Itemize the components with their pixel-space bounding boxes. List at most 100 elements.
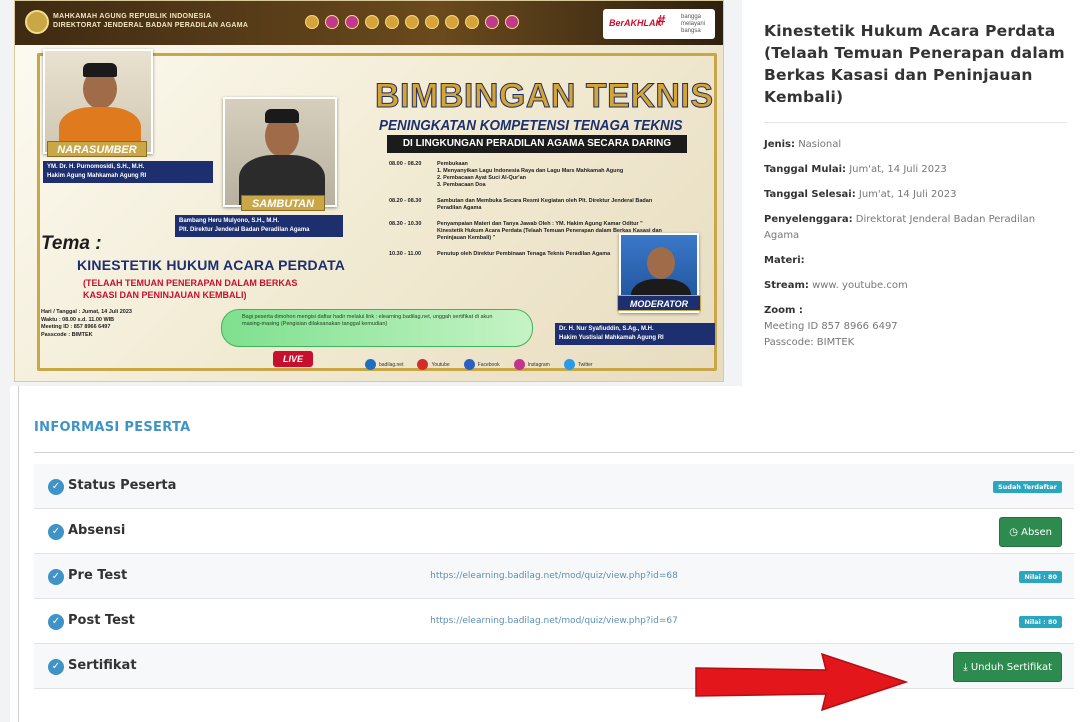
twitter-icon: [563, 359, 575, 370]
brand-tagline: bangga melayani bangsa: [681, 14, 706, 34]
info-jenis: Jenis: Nasional: [764, 137, 1067, 153]
info-zoom: Zoom : Meeting ID 857 8966 6497 Passcode…: [764, 303, 1067, 351]
person-head: [647, 247, 675, 279]
schedule-time: 10.30 - 11.00: [389, 251, 422, 257]
berakhlak-logo: BerAKHLAK # bangga melayani bangsa: [603, 9, 715, 39]
social-twitter: Twitter: [563, 359, 593, 370]
narasumber-photo: [43, 49, 153, 154]
absen-button[interactable]: ◷ Absen: [999, 517, 1062, 547]
facebook-icon: [463, 359, 475, 370]
emblem-icon: [505, 15, 519, 29]
divider: [18, 386, 19, 722]
sambutan-ribbon: SAMBUTAN: [241, 195, 325, 211]
schedule-row: 08.00 - 08.20 Pembukaan 1. Menyanyikan L…: [389, 161, 669, 189]
schedule-row: 08.20 - 08.30 Sambutan dan Membuka Secar…: [389, 198, 669, 212]
info-value: Nasional: [798, 139, 842, 150]
info-value[interactable]: www. youtube.com: [812, 280, 908, 291]
sambutan-photo: [223, 97, 337, 207]
banner-org-name: MAHKAMAH AGUNG REPUBLIK INDONESIA DIREKT…: [53, 13, 249, 29]
youtube-icon: [417, 359, 429, 370]
social-label: badilag.net: [379, 361, 404, 368]
row-post-test: ✓ Post Test https://elearning.badilag.ne…: [34, 599, 1074, 644]
social-label: Twitter: [577, 361, 593, 368]
emblem-icon: [385, 15, 399, 29]
emblem-icon: [305, 15, 319, 29]
social-web: badilag.net: [365, 359, 403, 370]
row-absensi: ✓ Absensi ◷ Absen: [34, 509, 1074, 554]
info-materi: Materi:: [764, 253, 1067, 269]
info-label: Tanggal Selesai:: [764, 189, 856, 200]
info-label: Tanggal Mulai:: [764, 164, 847, 175]
live-badge: LIVE: [273, 351, 313, 367]
schedule-desc: Pembukaan 1. Menyanyikan Lagu Indonesia …: [437, 161, 624, 188]
info-label: Penyelenggara:: [764, 214, 853, 225]
banner-title: BIMBINGAN TEKNIS: [375, 77, 714, 116]
attendance-note: Bagi peserta dimohon mengisi daftar hadi…: [221, 309, 533, 347]
section-title: INFORMASI PESERTA: [34, 420, 191, 435]
narasumber-name: YM. Dr. H. Purnomosidi, S.H., M.H. Hakim…: [43, 161, 213, 183]
button-label: Absen: [1021, 527, 1052, 538]
info-tanggal-mulai: Tanggal Mulai: Jum'at, 14 Juli 2023: [764, 162, 1067, 178]
social-label: Youtube: [431, 361, 450, 368]
emblem-icon: [485, 15, 499, 29]
person-cap: [265, 109, 299, 123]
check-circle-icon: ✓: [48, 479, 64, 495]
status-badge: Sudah Terdaftar: [993, 481, 1062, 493]
info-label: Stream:: [764, 280, 809, 291]
emblem-icon: [365, 15, 379, 29]
row-sertifikat: ✓ Sertifikat ⤓ Unduh Sertifikat: [34, 644, 1074, 689]
participant-rows: ✓ Status Peserta Sudah Terdaftar ✓ Absen…: [34, 464, 1074, 689]
instagram-icon: [513, 359, 525, 370]
tema-title: KINESTETIK HUKUM ACARA PERDATA: [77, 257, 346, 273]
info-value: Jum'at, 14 Juli 2023: [849, 164, 947, 175]
participant-section: INFORMASI PESERTA ✓ Status Peserta Sudah…: [10, 386, 1089, 722]
clock-icon: ◷: [1009, 527, 1018, 538]
unduh-sertifikat-button[interactable]: ⤓ Unduh Sertifikat: [953, 652, 1062, 682]
social-instagram: Instagram: [513, 359, 550, 370]
social-label: Instagram: [527, 361, 550, 368]
emblem-icon: [445, 15, 459, 29]
emblem-icon: [465, 15, 479, 29]
emblem-icon: [325, 15, 339, 29]
moderator-name: Dr. H. Nur Syafiuddin, S.Ag., M.H. Hakim…: [555, 323, 715, 345]
score-badge: Nilai : 80: [1019, 616, 1062, 628]
info-label: Zoom :: [764, 305, 803, 316]
mahkamah-agung-logo-icon: [25, 10, 49, 34]
check-circle-icon: ✓: [48, 659, 64, 675]
sambutan-name: Bambang Heru Mulyono, S.H., M.H. Plt. Di…: [175, 215, 343, 237]
globe-icon: [365, 359, 376, 370]
button-label: Unduh Sertifikat: [970, 662, 1052, 673]
brand-left-text: BerAKHLAK: [609, 18, 663, 28]
banner-subtitle-bar: DI LINGKUNGAN PERADILAN AGAMA SECARA DAR…: [387, 135, 687, 153]
row-status-peserta: ✓ Status Peserta Sudah Terdaftar: [34, 464, 1074, 509]
emblem-icon: [425, 15, 439, 29]
info-penyelenggara: Penyelenggara: Direktorat Jenderal Badan…: [764, 212, 1067, 244]
emblem-row: [305, 15, 519, 29]
row-pre-test: ✓ Pre Test https://elearning.badilag.net…: [34, 554, 1074, 599]
brand-hash-mark: #: [657, 12, 666, 29]
score-badge: Nilai : 80: [1019, 571, 1062, 583]
zoom-passcode: Passcode: BIMTEK: [764, 337, 855, 348]
red-arrow-icon: [695, 652, 908, 712]
person-cap: [83, 63, 117, 77]
info-label: Jenis:: [764, 139, 796, 150]
pre-test-link[interactable]: https://elearning.badilag.net/mod/quiz/v…: [34, 571, 1074, 581]
divider: [34, 452, 1074, 453]
divider: [764, 122, 1067, 123]
row-label: Status Peserta: [68, 478, 177, 493]
schedule-time: 08.00 - 08.20: [389, 161, 422, 167]
event-banner: MAHKAMAH AGUNG REPUBLIK INDONESIA DIREKT…: [14, 0, 724, 382]
banner-subtitle: PENINGKATAN KOMPETENSI TENAGA TEKNIS: [379, 117, 683, 134]
social-label: Facebook: [477, 361, 500, 368]
moderator-ribbon: MODERATOR: [617, 295, 701, 311]
download-icon: ⤓: [963, 662, 968, 673]
row-label: Sertifikat: [68, 658, 137, 673]
schedule-time: 08.30 - 10.30: [389, 221, 422, 227]
info-value: Jum'at, 14 Juli 2023: [858, 189, 957, 200]
page: MAHKAMAH AGUNG REPUBLIK INDONESIA DIREKT…: [0, 0, 1089, 722]
post-test-link[interactable]: https://elearning.badilag.net/mod/quiz/v…: [34, 616, 1074, 626]
tema-subtitle: (TELAAH TEMUAN PENERAPAN DALAM BERKAS KA…: [83, 278, 298, 300]
schedule-desc: Sambutan dan Membuka Secara Resmi Kegiat…: [437, 198, 653, 211]
zoom-meeting-id: Meeting ID 857 8966 6497: [764, 321, 898, 332]
info-stream: Stream: www. youtube.com: [764, 278, 1067, 294]
